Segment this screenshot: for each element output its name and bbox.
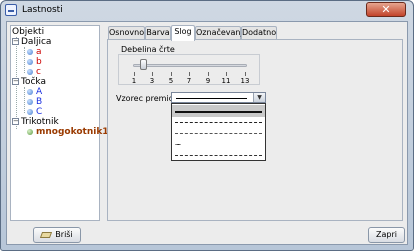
object-tree[interactable]: Objekti − Daljica a b c − Točka A B C − Tri… — [10, 25, 109, 221]
close-button[interactable]: Zapri — [368, 227, 405, 243]
dialog-body: Objekti − Daljica a b c − Točka A B C − Tri… — [6, 21, 408, 245]
tick-label: 1 — [131, 77, 137, 85]
collapse-icon[interactable]: − — [12, 38, 19, 45]
thickness-group: 1 3 5 7 9 11 13 — [118, 54, 260, 85]
tick-label: 9 — [205, 77, 211, 85]
tree-root: Objekti — [12, 27, 45, 37]
collapse-icon[interactable]: − — [12, 118, 19, 125]
tree-item-b[interactable]: b — [27, 57, 42, 67]
tick-label: 7 — [186, 77, 192, 85]
tree-item-mnogokotnik1[interactable]: mnogokotnik1 — [27, 127, 109, 137]
collapse-icon[interactable]: − — [12, 78, 19, 85]
close-window-button[interactable]: ✕ — [366, 2, 406, 17]
chevron-down-icon[interactable]: ▼ — [253, 93, 265, 102]
tab-content-slog: 1 3 5 7 9 11 13 Debelina črte Vzorec pre… — [107, 39, 403, 221]
visible-icon[interactable] — [27, 88, 33, 95]
visible-icon[interactable] — [27, 108, 33, 115]
tree-item-c[interactable]: c — [27, 67, 41, 77]
tick-label: 11 — [221, 77, 231, 85]
eraser-icon — [40, 231, 53, 238]
tab-oznacevanje[interactable]: Označevanje — [195, 26, 248, 40]
tree-item-a[interactable]: a — [27, 47, 42, 57]
tab-osnovno[interactable]: Osnovno — [108, 26, 145, 40]
tree-item-C[interactable]: C — [27, 107, 42, 117]
thickness-slider-track[interactable] — [133, 64, 247, 67]
tick-label: 13 — [240, 77, 250, 85]
tree-group-daljica[interactable]: − Daljica — [12, 37, 51, 47]
line-pattern-dropdown[interactable] — [171, 103, 266, 161]
visible-icon[interactable] — [27, 48, 33, 55]
visible-icon[interactable] — [27, 68, 33, 75]
window-title: Lastnosti — [22, 5, 63, 15]
delete-button[interactable]: Briši — [33, 227, 81, 243]
tree-group-trikotnik[interactable]: − Trikotnik — [12, 117, 59, 127]
visible-icon[interactable] — [27, 98, 33, 105]
tab-dodatno[interactable]: Dodatno — [241, 26, 277, 40]
pattern-option-dash-dot[interactable] — [172, 149, 265, 161]
tick-label: 3 — [149, 77, 155, 85]
tab-slog[interactable]: Slog — [171, 25, 195, 41]
thickness-slider-handle[interactable] — [140, 59, 147, 70]
thickness-label: Debelina črte — [119, 45, 177, 54]
tree-item-B[interactable]: B — [27, 97, 42, 107]
tree-group-tocka[interactable]: − Točka — [12, 77, 46, 87]
visible-icon[interactable] — [27, 128, 33, 135]
tree-item-A[interactable]: A — [27, 87, 42, 97]
line-pattern-select[interactable]: ▼ — [171, 92, 266, 103]
tick-label: 5 — [168, 77, 174, 85]
properties-window: Lastnosti ✕ Objekti − Daljica a b c − Točk… — [0, 0, 414, 251]
title-bar: Lastnosti ✕ — [1, 1, 413, 21]
app-icon — [5, 4, 17, 16]
visible-icon[interactable] — [27, 58, 33, 65]
tab-barva[interactable]: Barva — [145, 26, 171, 40]
